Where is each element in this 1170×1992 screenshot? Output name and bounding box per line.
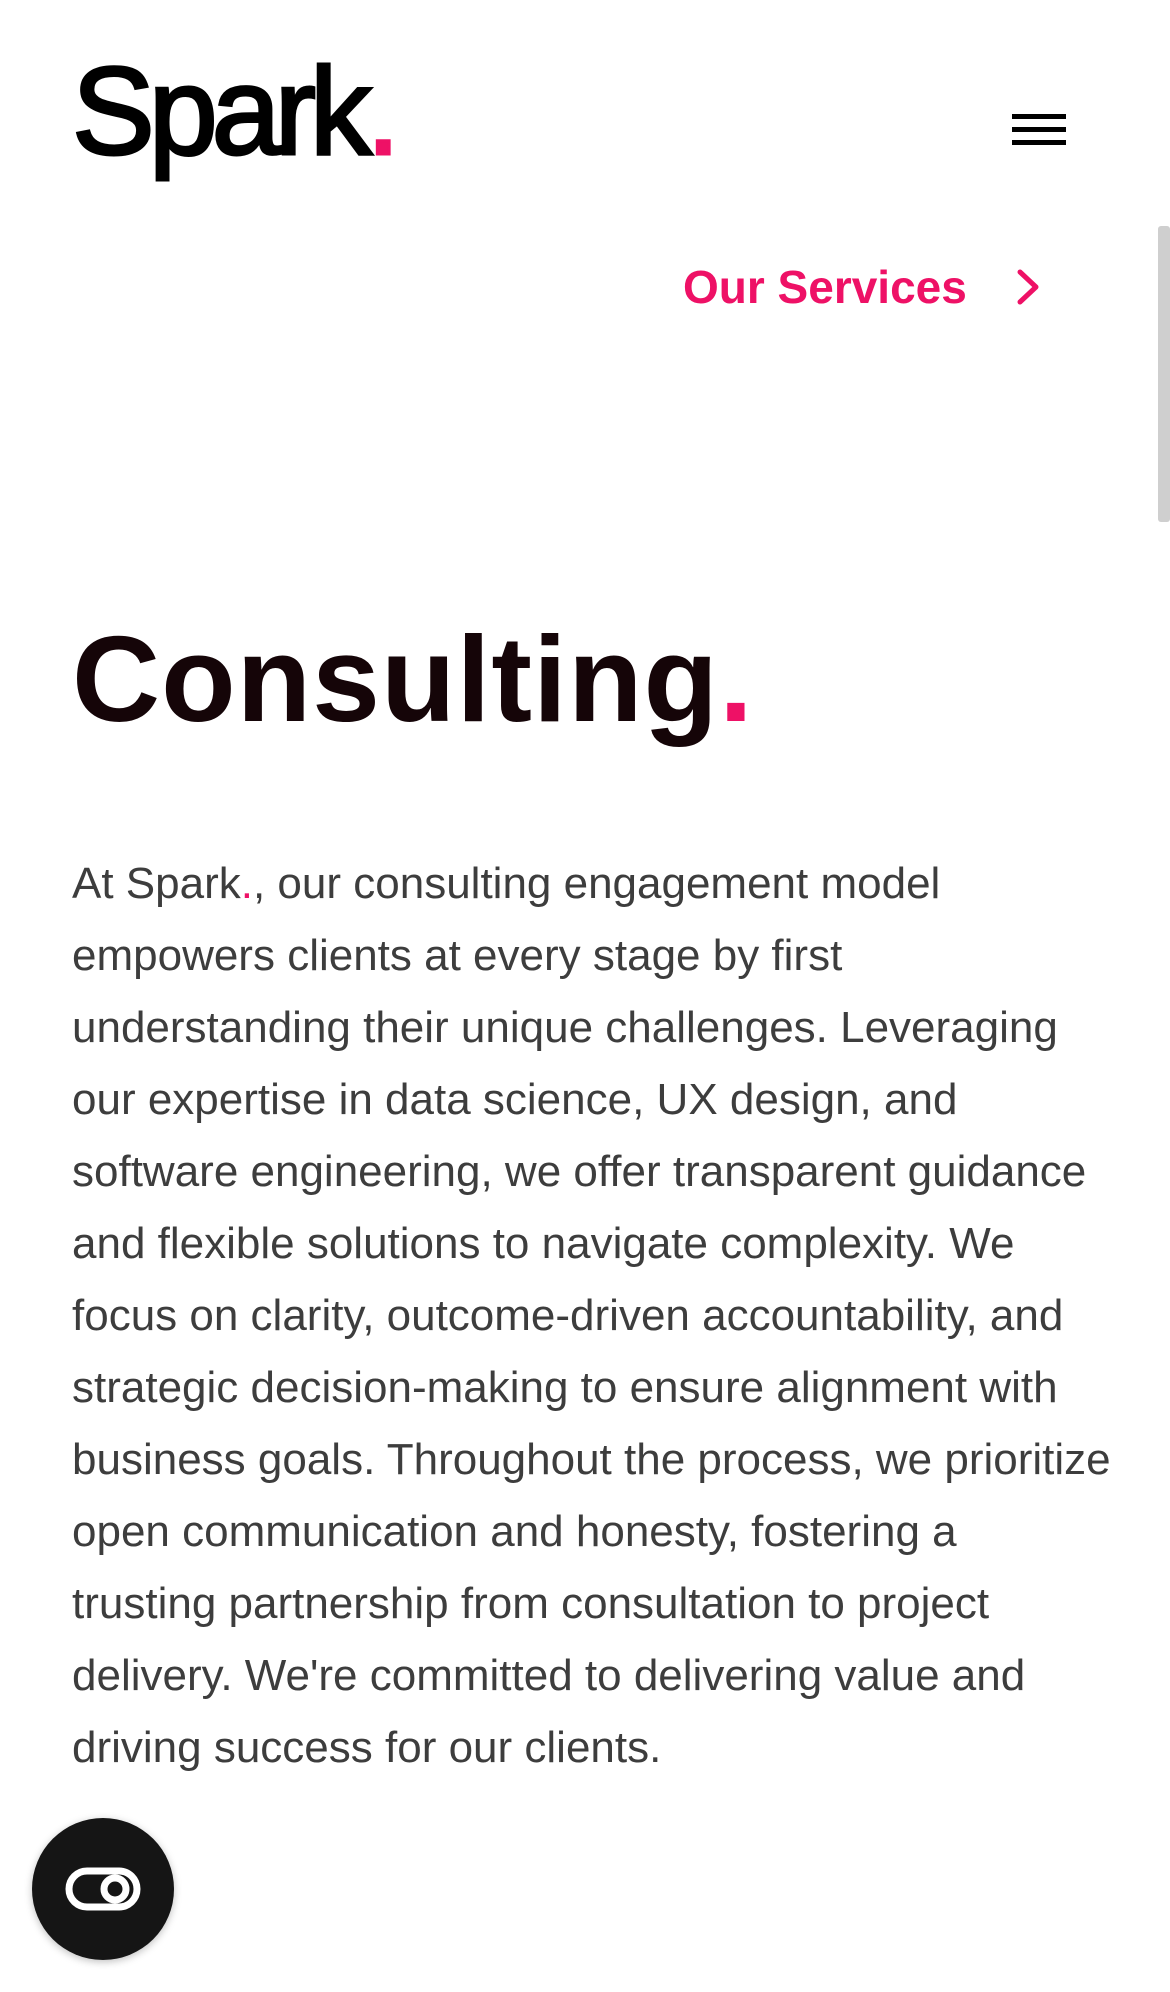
- scrollbar-thumb[interactable]: [1158, 226, 1170, 522]
- page: Spark. Our Services Consulting. At Spark…: [0, 0, 1170, 1992]
- description-prefix: At Spark: [72, 859, 241, 908]
- title-dot: .: [719, 611, 754, 747]
- logo-text: Spark: [71, 43, 374, 181]
- description-dot: .: [240, 859, 253, 908]
- spark-logo[interactable]: Spark.: [71, 49, 403, 176]
- hamburger-menu-button[interactable]: [1004, 110, 1066, 156]
- description-rest: , our consulting engagement model empowe…: [72, 859, 1111, 1772]
- toggle-switch-icon: [65, 1867, 141, 1911]
- page-title-text: Consulting: [72, 611, 719, 747]
- page-title: Consulting.: [72, 612, 754, 746]
- our-services-label: Our Services: [683, 261, 967, 313]
- chevron-right-icon: [1017, 269, 1039, 305]
- our-services-link[interactable]: Our Services: [683, 260, 1047, 314]
- consulting-description: At Spark., our consulting engagement mod…: [72, 848, 1112, 1784]
- logo-dot: .: [364, 43, 402, 181]
- floating-toggle-button[interactable]: [32, 1818, 174, 1960]
